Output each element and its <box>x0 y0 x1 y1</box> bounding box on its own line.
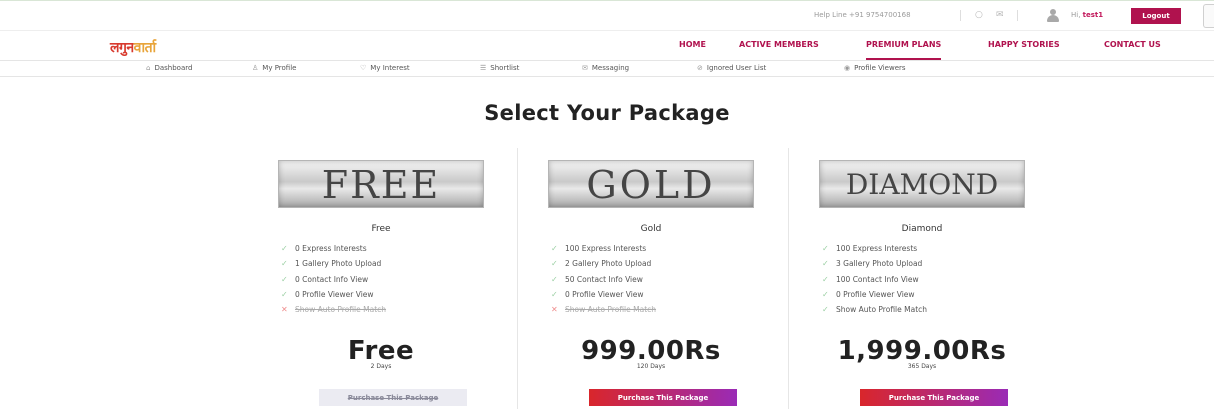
feature-item: ✕ Show Auto Profile Match <box>551 305 657 315</box>
cross-icon: ✕ <box>551 305 558 315</box>
package-duration: 120 Days <box>636 363 666 370</box>
feature-item: ✓ 0 Profile Viewer View <box>281 289 374 299</box>
submenu-profile-viewers[interactable]: ◉ Profile Viewers <box>844 64 906 72</box>
package-name: Gold <box>640 224 662 234</box>
logout-button[interactable]: Logout <box>1131 8 1181 24</box>
check-icon: ✓ <box>551 274 558 284</box>
submenu-label: Profile Viewers <box>854 64 906 72</box>
check-icon: ✓ <box>281 259 288 269</box>
feature-item: ✕ Show Auto Profile Match <box>281 305 387 315</box>
nav-premium-plans[interactable]: PREMIUM PLANS <box>866 40 942 60</box>
list-icon: ☰ <box>480 64 487 72</box>
home-icon: ⌂ <box>146 64 151 72</box>
check-icon: ✓ <box>551 259 558 269</box>
mail-icon: ✉ <box>582 64 588 72</box>
check-icon: ✓ <box>281 274 288 284</box>
divider <box>1017 10 1018 21</box>
submenu-shortlist[interactable]: ☰ Shortlist <box>480 64 519 72</box>
user-icon: ♙ <box>252 64 259 72</box>
purchase-button-gold[interactable]: Purchase This Package <box>589 389 737 406</box>
check-icon: ✓ <box>551 244 558 253</box>
nav-happy-stories[interactable]: HAPPY STORIES <box>988 40 1060 49</box>
avatar[interactable] <box>1046 9 1060 22</box>
feature-item: ✓ 50 Contact Info View <box>551 274 643 284</box>
feature-item: ✓ 0 Express Interests <box>281 244 367 253</box>
check-icon: ✓ <box>822 274 829 284</box>
package-card-diamond: DIAMOND Diamond ✓ 100 Express Interests ✓… <box>804 160 1072 409</box>
user-greeting: Hi, test1 <box>1071 11 1103 19</box>
logo-part-2: वार्ता <box>133 40 157 56</box>
submenu-my-profile[interactable]: ♙ My Profile <box>252 64 296 72</box>
purchase-button-free[interactable]: Purchase This Package <box>319 389 467 406</box>
feature-item: ✓ Show Auto Profile Match <box>822 305 928 315</box>
submenu-my-interest[interactable]: ♡ My Interest <box>360 64 410 72</box>
submenu-label: Ignored User List <box>706 64 767 72</box>
username[interactable]: test1 <box>1083 11 1103 19</box>
package-duration: 365 Days <box>907 363 937 370</box>
package-price: 1,999.00Rs <box>837 336 1007 366</box>
cross-icon: ✕ <box>281 305 288 315</box>
site-logo[interactable]: लगुनवार्ता <box>110 38 156 57</box>
package-price: 999.00Rs <box>581 336 721 366</box>
feature-list: ✓ 0 Express Interests ✓ 1 Gallery Photo Up… <box>281 244 386 320</box>
nav-home[interactable]: HOME <box>679 40 706 49</box>
dashboard-submenu: ⌂ Dashboard ♙ My Profile ♡ My Interest ☰ Sho… <box>0 60 1214 77</box>
nav-active-members[interactable]: ACTIVE MEMBERS <box>739 40 819 49</box>
package-card-gold: GOLD Gold ✓ 100 Express Interests ✓ 2 Gall… <box>533 160 801 409</box>
submenu-label: Shortlist <box>490 64 520 72</box>
package-banner: GOLD <box>548 160 754 208</box>
divider <box>960 10 961 21</box>
helpline-text: Help Line +91 9754700168 <box>814 11 911 19</box>
feature-item: ✓ 0 Contact Info View <box>281 274 369 284</box>
notification-icon[interactable]: ○ <box>975 9 983 21</box>
feature-list: ✓ 100 Express Interests ✓ 3 Gallery Photo … <box>822 244 927 320</box>
submenu-label: My Profile <box>262 64 297 72</box>
nav-contact-us[interactable]: CONTACT US <box>1104 40 1161 49</box>
logo-part-1: लगुन <box>110 40 134 56</box>
submenu-ignored-users[interactable]: ⊘ Ignored User List <box>697 64 766 72</box>
feature-item: ✓ 100 Contact Info View <box>822 274 919 284</box>
page-title: Select Your Package <box>484 101 730 125</box>
side-tab[interactable] <box>1203 4 1214 28</box>
purchase-button-diamond[interactable]: Purchase This Package <box>860 389 1008 406</box>
greeting-prefix: Hi, <box>1071 11 1081 19</box>
package-name: Diamond <box>901 224 943 234</box>
package-card-free: FREE Free ✓ 0 Express Interests ✓ 1 Galler… <box>263 160 531 409</box>
feature-item: ✓ 1 Gallery Photo Upload <box>281 259 382 269</box>
eye-icon: ◉ <box>844 64 851 72</box>
feature-item: ✓ 0 Profile Viewer View <box>822 289 915 299</box>
package-banner: FREE <box>278 160 484 208</box>
check-icon: ✓ <box>281 244 288 253</box>
submenu-messaging[interactable]: ✉ Messaging <box>582 64 629 72</box>
block-icon: ⊘ <box>697 64 703 72</box>
check-icon: ✓ <box>822 259 829 269</box>
mail-icon[interactable]: ✉ <box>996 9 1004 21</box>
package-banner: DIAMOND <box>819 160 1025 208</box>
check-icon: ✓ <box>281 289 288 299</box>
feature-item: ✓ 2 Gallery Photo Upload <box>551 259 652 269</box>
package-name: Free <box>371 224 391 234</box>
check-icon: ✓ <box>551 289 558 299</box>
feature-item: ✓ 0 Profile Viewer View <box>551 289 644 299</box>
submenu-label: Dashboard <box>154 64 193 72</box>
package-price: Free <box>347 336 415 366</box>
submenu-label: My Interest <box>370 64 410 72</box>
package-duration: 2 Days <box>370 363 392 370</box>
check-icon: ✓ <box>822 289 829 299</box>
feature-item: ✓ 3 Gallery Photo Upload <box>822 259 923 269</box>
check-icon: ✓ <box>822 244 829 253</box>
submenu-label: Messaging <box>591 64 630 72</box>
heart-icon: ♡ <box>360 64 367 72</box>
top-utility-bar: Help Line +91 9754700168 ○ ✉ Hi, test1 L… <box>0 0 1214 30</box>
check-icon: ✓ <box>822 305 829 315</box>
feature-item: ✓ 100 Express Interests <box>822 244 918 253</box>
feature-list: ✓ 100 Express Interests ✓ 2 Gallery Photo … <box>551 244 656 320</box>
submenu-dashboard[interactable]: ⌂ Dashboard <box>146 64 192 72</box>
feature-item: ✓ 100 Express Interests <box>551 244 647 253</box>
main-navigation: लगुनवार्ता HOME ACTIVE MEMBERS PREMIUM P… <box>0 30 1214 60</box>
